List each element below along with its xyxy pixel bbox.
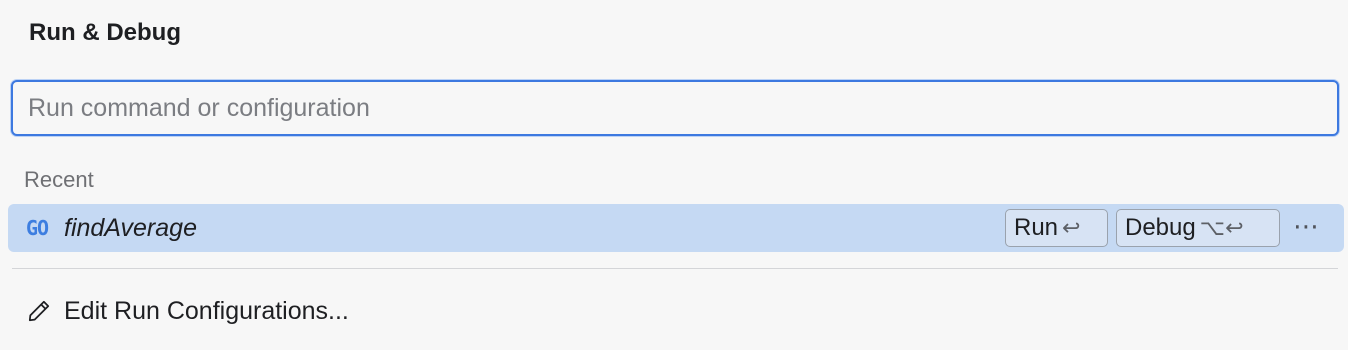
search-field[interactable]	[11, 80, 1339, 136]
edit-run-configurations-label: Edit Run Configurations...	[64, 297, 349, 325]
pencil-icon	[28, 300, 50, 322]
more-options-icon[interactable]: ⋯	[1293, 210, 1320, 242]
option-enter-shortcut-icon: ⌥↩	[1199, 216, 1244, 241]
debug-button[interactable]: Debug ⌥↩	[1116, 209, 1280, 247]
enter-shortcut-icon: ↩	[1062, 216, 1081, 241]
popup-title: Run & Debug	[29, 19, 181, 46]
edit-run-configurations-item[interactable]: Edit Run Configurations...	[26, 295, 349, 327]
debug-button-label: Debug	[1125, 214, 1196, 241]
run-debug-popup: Run & Debug Recent GO findAverage Run↩ D…	[0, 0, 1348, 350]
run-button-label: Run	[1014, 214, 1059, 241]
run-button[interactable]: Run ↩	[1005, 209, 1108, 247]
configuration-name: findAverage	[64, 214, 197, 242]
go-icon: GO	[26, 216, 49, 240]
divider	[12, 268, 1338, 269]
list-item[interactable]: GO findAverage Run ↩ Debug ⌥↩ ⋯	[8, 204, 1344, 252]
section-header-recent: Recent	[24, 167, 94, 192]
search-input[interactable]	[13, 82, 1337, 134]
